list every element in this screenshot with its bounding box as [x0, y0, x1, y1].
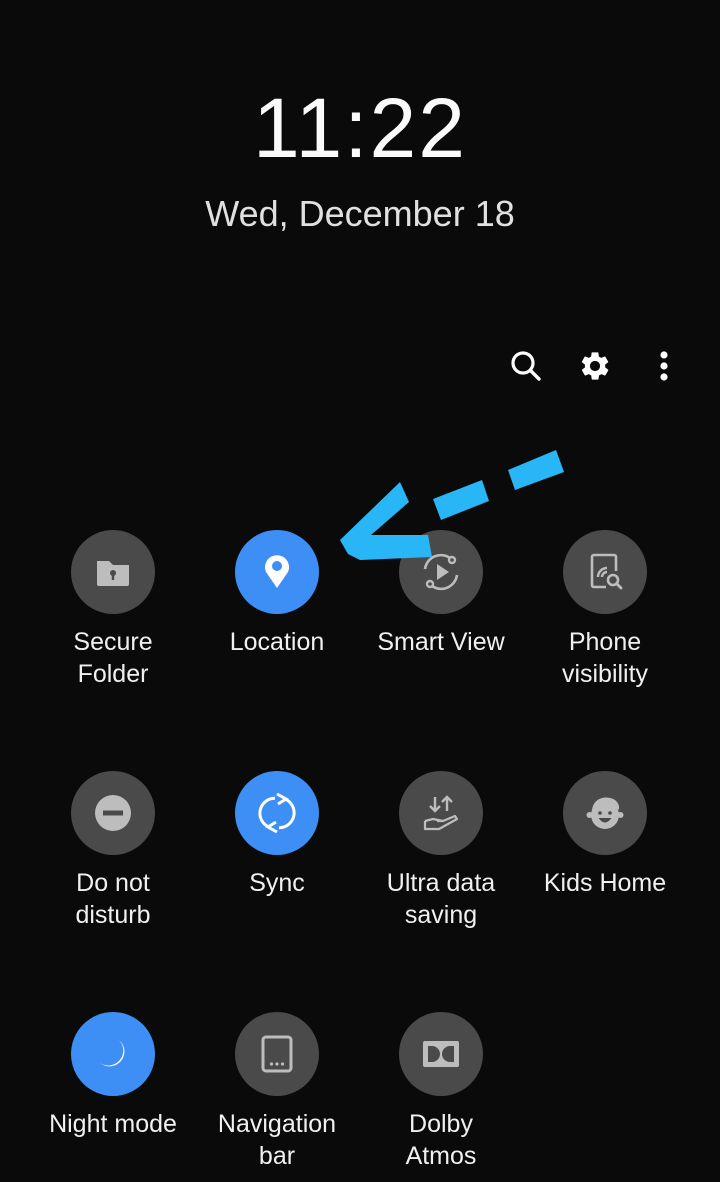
- tile-circle[interactable]: [563, 771, 647, 855]
- arrow-dash-2: [508, 450, 564, 490]
- search-button[interactable]: [506, 346, 546, 386]
- tile-kids-home[interactable]: Kids Home: [523, 771, 687, 899]
- data-saving-icon: [423, 795, 459, 831]
- tile-navigation-bar[interactable]: Navigation bar: [195, 1012, 359, 1172]
- tile-label: Secure Folder: [73, 628, 153, 688]
- tile-label: Navigation bar: [217, 1110, 337, 1170]
- tile-label: Smart View: [377, 628, 505, 656]
- tile-label: Night mode: [49, 1110, 177, 1138]
- tile-circle[interactable]: [399, 530, 483, 614]
- arrow-dash-1: [433, 480, 489, 520]
- tile-circle[interactable]: [71, 771, 155, 855]
- tile-circle[interactable]: [235, 530, 319, 614]
- tile-dolby-atmos[interactable]: Dolby Atmos: [359, 1012, 523, 1172]
- tile-label: Location: [229, 628, 325, 656]
- tile-phone-visibility[interactable]: Phone visibility: [523, 530, 687, 690]
- tile-circle[interactable]: [71, 1012, 155, 1096]
- search-icon: [511, 351, 541, 381]
- tile-location[interactable]: Location: [195, 530, 359, 658]
- tile-circle[interactable]: [235, 1012, 319, 1096]
- tile-label: Sync: [249, 869, 305, 897]
- phone-visibility-icon: [590, 553, 623, 590]
- lockscreen-clock: 11:22: [253, 81, 467, 175]
- navigation-bar-icon: [261, 1035, 293, 1073]
- tile-circle[interactable]: [71, 530, 155, 614]
- more-options-button[interactable]: [644, 346, 684, 386]
- tile-secure-folder[interactable]: Secure Folder: [31, 530, 195, 690]
- moon-icon: [100, 1040, 125, 1067]
- dolby-icon: [423, 1041, 459, 1067]
- kids-home-icon: [586, 797, 624, 829]
- location-pin-icon: [265, 555, 289, 588]
- tile-do-not-disturb[interactable]: Do not disturb: [31, 771, 195, 931]
- secure-folder-icon: [97, 561, 129, 586]
- tile-label: Do not disturb: [75, 869, 151, 929]
- quick-panel-toolbar: [0, 346, 720, 386]
- tile-ultra-data-saving[interactable]: Ultra data saving: [359, 771, 523, 931]
- gear-icon: [581, 352, 609, 380]
- sync-icon: [258, 792, 296, 834]
- tile-circle[interactable]: [399, 771, 483, 855]
- tile-label: Dolby Atmos: [405, 1110, 477, 1170]
- settings-button[interactable]: [575, 346, 615, 386]
- do-not-disturb-icon: [95, 795, 131, 831]
- tile-circle[interactable]: [235, 771, 319, 855]
- lockscreen-date: Wed, December 18: [205, 193, 515, 234]
- tile-label: Kids Home: [543, 869, 667, 897]
- more-vertical-icon: [660, 351, 668, 381]
- tile-circle[interactable]: [563, 530, 647, 614]
- tile-circle[interactable]: [399, 1012, 483, 1096]
- tile-smart-view[interactable]: Smart View: [359, 530, 523, 658]
- tile-label: Ultra data saving: [386, 869, 496, 929]
- tile-label: Phone visibility: [561, 628, 649, 688]
- smart-view-icon: [423, 553, 459, 591]
- tile-night-mode[interactable]: Night mode: [31, 1012, 195, 1140]
- tile-sync[interactable]: Sync: [195, 771, 359, 899]
